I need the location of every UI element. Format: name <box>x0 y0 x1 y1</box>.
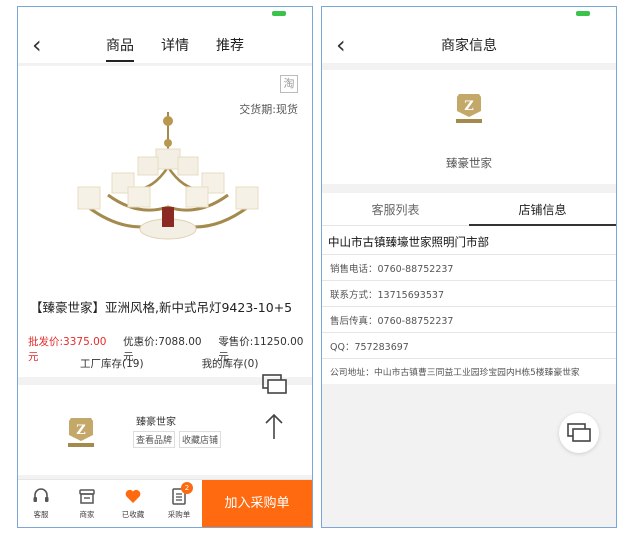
section-divider <box>322 184 616 193</box>
svg-text:Z: Z <box>464 99 474 114</box>
customer-service-button[interactable]: 客服 <box>24 486 58 520</box>
tab-shop-info[interactable]: 店铺信息 <box>469 197 616 226</box>
shop-logo[interactable]: Z <box>66 415 96 449</box>
after-sales-fax: 售后传真：0760-88752237 <box>330 316 454 327</box>
company-name: 中山市古镇臻壕世家照明门市部 <box>328 235 489 249</box>
heart-icon <box>125 489 141 503</box>
add-to-purchase-button[interactable]: 加入采购单 <box>202 480 312 527</box>
sales-phone: 销售电话：0760-88752237 <box>330 264 454 275</box>
product-title: 【臻豪世家】亚洲风格,新中式吊灯9423-10+5 <box>30 300 293 315</box>
tab-goods[interactable]: 商品 <box>106 35 134 62</box>
company-address: 公司地址：中山市古镇曹三同益工业园珍宝园内H栋5楼臻豪世家 <box>330 368 580 378</box>
purchase-list-button[interactable]: 2 采购单 <box>162 482 196 520</box>
shop-name: 臻豪世家 <box>136 417 176 428</box>
merchant-label: 商家 <box>79 510 95 519</box>
favorited-button[interactable]: 已收藏 <box>116 486 150 520</box>
product-tabs: 商品 详情 推荐 <box>106 35 271 62</box>
purchase-list-label: 采购单 <box>167 510 191 519</box>
svg-text:Z: Z <box>76 423 86 438</box>
info-row-qq[interactable]: QQ：757283697 <box>322 332 616 359</box>
copy-icon <box>567 423 591 442</box>
shop-name: 臻豪世家 <box>446 156 492 170</box>
favorited-label: 已收藏 <box>121 510 145 519</box>
info-row-contact[interactable]: 联系方式：13715693537 <box>322 280 616 307</box>
product-navbar: ‹ 商品 详情 推荐 <box>18 25 312 67</box>
contact: 联系方式：13715693537 <box>330 290 444 301</box>
copy-float-button[interactable] <box>262 374 288 396</box>
purchase-count-badge: 2 <box>181 482 193 494</box>
store-icon <box>79 489 95 504</box>
divider <box>18 63 312 66</box>
back-button[interactable]: ‹ <box>32 33 42 57</box>
taobao-icon[interactable]: 淘 <box>280 75 298 93</box>
info-row-sales-phone[interactable]: 销售电话：0760-88752237 <box>322 254 616 281</box>
stock-row: 工厂库存(19) 我的库存(0) <box>80 356 258 371</box>
product-screen: ‹ 商品 详情 推荐 淘 交货期:现货 【臻豪世家】亚洲风格,新中式吊灯9423… <box>17 6 313 528</box>
view-brand-button[interactable]: 查看品牌 <box>133 431 176 448</box>
info-row-fax: 售后传真：0760-88752237 <box>322 306 616 333</box>
factory-stock: 工厂库存(19) <box>80 358 144 370</box>
my-stock: 我的库存(0) <box>201 358 259 370</box>
scroll-top-icon[interactable] <box>263 412 285 440</box>
qq-number: QQ：757283697 <box>330 342 409 353</box>
battery-icon <box>272 11 286 16</box>
tab-service-list[interactable]: 客服列表 <box>322 197 469 225</box>
tab-details[interactable]: 详情 <box>161 35 189 55</box>
merchant-tabs: 客服列表 店铺信息 <box>322 197 616 226</box>
merchant-navbar: ‹ 商家信息 <box>322 25 616 67</box>
headset-icon <box>33 488 49 502</box>
content-background <box>322 384 616 527</box>
shop-actions: 查看品牌 收藏店铺 <box>133 431 222 448</box>
info-row-address: 公司地址：中山市古镇曹三同益工业园珍宝园内H栋5楼臻豪世家 <box>322 358 616 385</box>
divider <box>322 63 616 70</box>
copy-float-button[interactable] <box>559 413 599 453</box>
favorite-shop-button[interactable]: 收藏店铺 <box>179 431 222 448</box>
shop-logo: Z <box>456 94 482 123</box>
bottom-action-bar: 客服 商家 已收藏 2 采购单 加入采购单 <box>18 479 312 527</box>
page-title: 商家信息 <box>441 38 497 54</box>
merchant-button[interactable]: 商家 <box>70 486 104 520</box>
merchant-info-screen: ‹ 商家信息 Z 臻豪世家 客服列表 店铺信息 中山市古镇臻壕世家照明门市部 销… <box>321 6 617 528</box>
battery-icon <box>576 11 590 16</box>
product-image[interactable] <box>68 107 268 247</box>
tab-recommend[interactable]: 推荐 <box>216 35 244 55</box>
customer-service-label: 客服 <box>33 510 49 519</box>
